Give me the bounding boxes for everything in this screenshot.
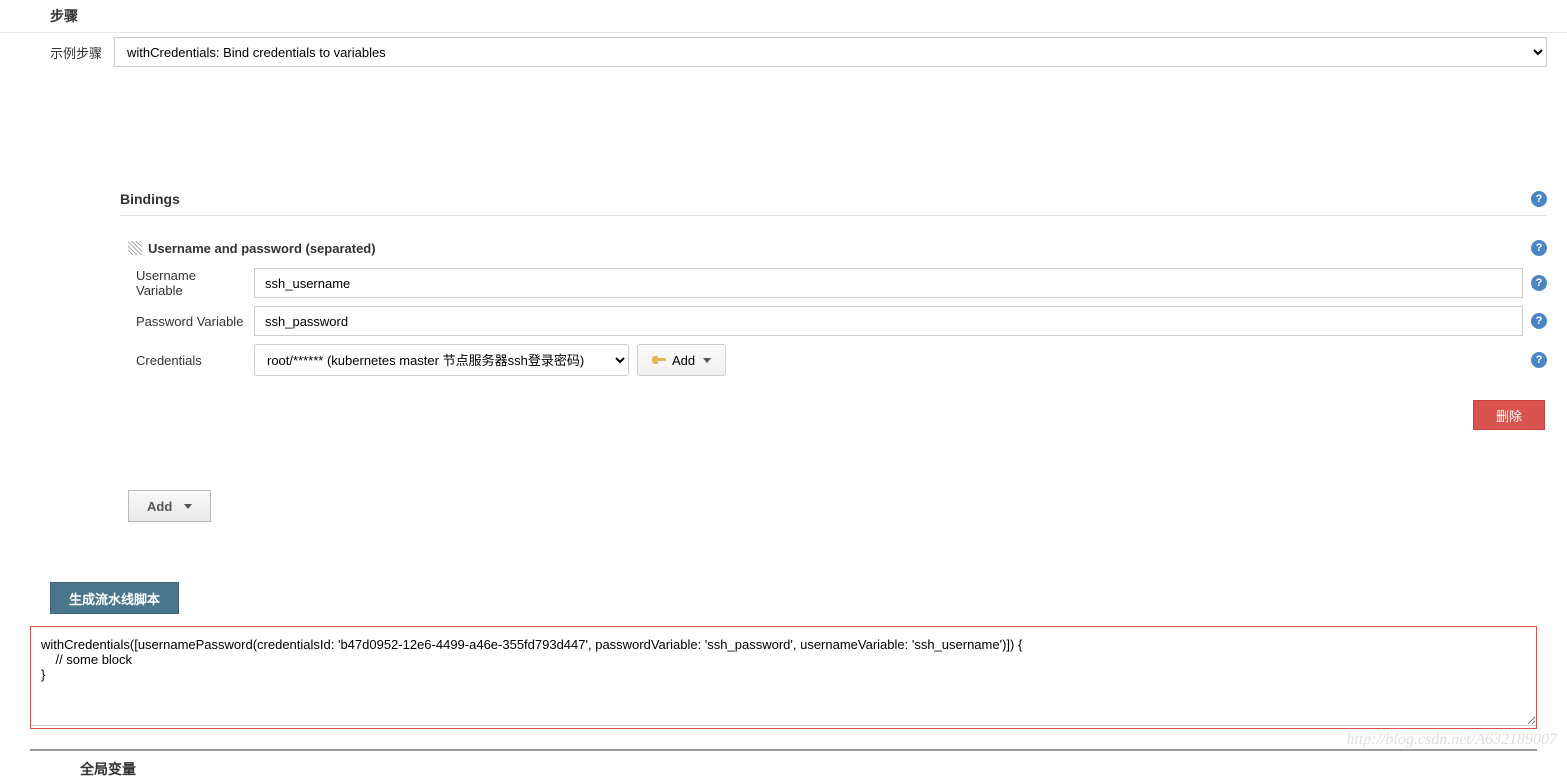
help-icon[interactable]: ? (1531, 275, 1547, 291)
sample-step-label: 示例步骤 (50, 37, 112, 62)
watermark: http://blog.csdn.net/A632189007 (1346, 731, 1557, 749)
username-variable-label: Username Variable (136, 268, 254, 298)
key-icon (652, 356, 666, 364)
bindings-title: Bindings (120, 191, 1531, 207)
username-variable-row: Username Variable ? (136, 268, 1547, 298)
drag-handle-icon[interactable] (128, 241, 142, 255)
add-binding-label: Add (147, 499, 172, 514)
chevron-down-icon (703, 358, 711, 363)
script-output-textarea[interactable] (30, 626, 1537, 726)
add-credentials-label: Add (672, 353, 695, 368)
add-credentials-button[interactable]: Add (637, 344, 726, 376)
global-vars-title: 全局变量 (30, 749, 1537, 783)
bindings-section: Bindings ? Username and password (separa… (120, 191, 1547, 522)
help-icon[interactable]: ? (1531, 352, 1547, 368)
password-variable-row: Password Variable ? (136, 306, 1547, 336)
credentials-label: Credentials (136, 353, 254, 368)
password-variable-label: Password Variable (136, 314, 254, 329)
sample-step-row: 示例步骤 withCredentials: Bind credentials t… (50, 33, 1567, 71)
sample-step-select[interactable]: withCredentials: Bind credentials to var… (114, 37, 1547, 67)
chevron-down-icon (184, 504, 192, 509)
password-variable-input[interactable] (254, 306, 1523, 336)
generate-script-button[interactable]: 生成流水线脚本 (50, 582, 179, 614)
script-output-wrap (30, 626, 1537, 729)
binding-type-label: Username and password (separated) (148, 241, 1531, 256)
help-icon[interactable]: ? (1531, 240, 1547, 256)
help-icon[interactable]: ? (1531, 191, 1547, 207)
username-variable-input[interactable] (254, 268, 1523, 298)
credentials-select[interactable]: root/****** (kubernetes master 节点服务器ssh登… (254, 344, 629, 376)
add-binding-button[interactable]: Add (128, 490, 211, 522)
steps-section-title: 步骤 (0, 0, 1567, 33)
help-icon[interactable]: ? (1531, 313, 1547, 329)
credentials-row: Credentials root/****** (kubernetes mast… (136, 344, 1547, 376)
delete-button[interactable]: 删除 (1473, 400, 1545, 430)
binding-block: Username and password (separated) ? User… (128, 236, 1547, 430)
